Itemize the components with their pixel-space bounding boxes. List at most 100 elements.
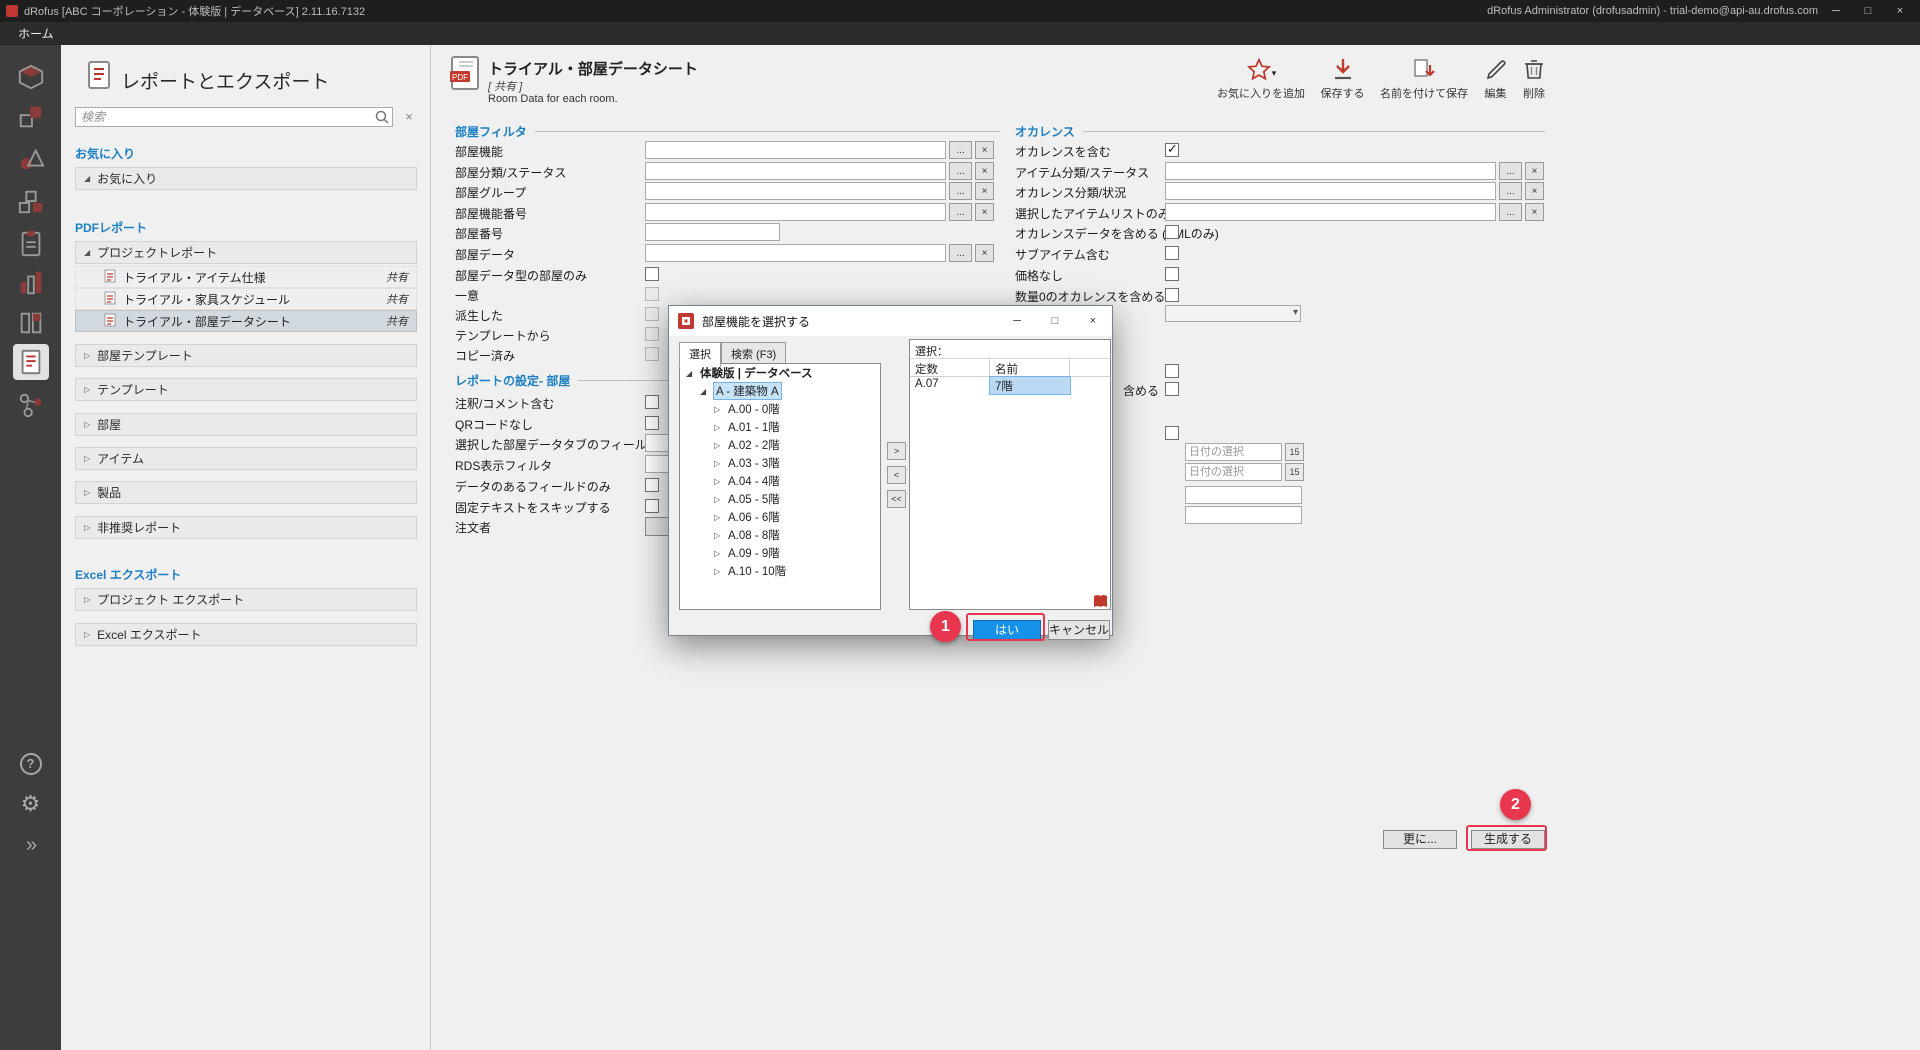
column-header[interactable]: 名前 [990,359,1070,376]
group-room-templates[interactable]: ▷ 部屋テンプレート [75,344,417,367]
expand-sidebar-button[interactable]: » [0,835,61,855]
clear-button[interactable]: × [1525,203,1544,221]
collapsed-icon[interactable]: ▷ [714,495,723,504]
expanded-icon[interactable]: ◢ [686,369,695,378]
tree-node-selected[interactable]: ◢ A - 建築物 A [680,382,880,400]
add-favorite-button[interactable]: ▾ お気に入りを追加 [1217,53,1305,101]
project-reports-group[interactable]: ◢ プロジェクトレポート [75,241,417,264]
report-item[interactable]: トライアル・家具スケジュール 共有 [75,288,417,310]
collapsed-icon[interactable]: ▷ [714,405,723,414]
module-logistics-icon[interactable] [13,265,49,301]
report-item-selected[interactable]: トライアル・部屋データシート 共有 [75,310,417,332]
module-reports-icon[interactable] [13,344,49,380]
more-button[interactable]: 更に... [1383,830,1457,849]
module-products-icon[interactable] [13,141,49,177]
selected-list[interactable]: 選択： 定数 名前 A.07 7階 [909,339,1111,610]
settings-button[interactable]: ⚙ [0,793,61,815]
collapsed-icon[interactable]: ▷ [714,513,723,522]
item-list-only-input[interactable] [1165,203,1496,221]
tree-node[interactable]: ▷A.05 - 5階 [680,490,880,508]
collapsed-icon[interactable]: ▷ [714,423,723,432]
collapsed-icon[interactable]: ▷ [714,441,723,450]
extra-input-1[interactable] [1185,486,1302,504]
tree-node[interactable]: ▷A.10 - 10階 [680,562,880,580]
group-project-export[interactable]: ▷ プロジェクト エクスポート [75,588,417,611]
collapsed-icon[interactable]: ▷ [714,567,723,576]
room-function-tree[interactable]: ◢ 体験版 | データベース ◢ A - 建築物 A ▷A.00 - 0階 ▷A… [679,363,881,610]
browse-button[interactable]: ... [1499,162,1522,180]
calendar-icon[interactable]: 15 [1285,463,1304,481]
date-from-input[interactable] [1185,443,1282,461]
save-as-button[interactable]: 名前を付けて保存 [1380,53,1468,101]
tree-node[interactable]: ▷A.03 - 3階 [680,454,880,472]
clear-button[interactable]: × [1525,182,1544,200]
include-subitems-checkbox[interactable] [1165,246,1179,260]
module-items-icon[interactable] [13,99,49,135]
group-excel-export[interactable]: ▷ Excel エクスポート [75,623,417,646]
include-occurrence-data-checkbox[interactable] [1165,225,1179,239]
collapsed-icon[interactable]: ▷ [714,549,723,558]
extra-input-2[interactable] [1185,506,1302,524]
module-documents-icon[interactable] [13,226,49,262]
tree-node[interactable]: ▷A.02 - 2階 [680,436,880,454]
tree-node[interactable]: ▷A.00 - 0階 [680,400,880,418]
tree-node[interactable]: ▷A.08 - 8階 [680,526,880,544]
move-right-button[interactable]: > [887,442,906,460]
item-classification-input[interactable] [1165,162,1496,180]
from-template-checkbox[interactable] [645,327,659,341]
calendar-icon[interactable]: 15 [1285,443,1304,461]
maximize-icon[interactable]: □ [1854,1,1882,21]
search-clear-icon[interactable]: × [401,109,417,125]
column-header[interactable]: 定数 [910,359,990,376]
module-systems-icon[interactable] [13,184,49,220]
help-button[interactable]: ? [0,753,61,775]
occurrence-dropdown[interactable]: ▾ [1165,305,1301,322]
clear-button[interactable]: × [1525,162,1544,180]
dialog-close-icon[interactable]: × [1074,307,1112,335]
collapsed-icon[interactable]: ▷ [714,531,723,540]
tree-node[interactable]: ▷A.06 - 6階 [680,508,880,526]
menu-home[interactable]: ホーム [18,25,54,42]
minimize-icon[interactable]: ─ [1822,1,1850,21]
edit-button[interactable]: 編集 [1484,53,1508,101]
favorites-group[interactable]: ◢ お気に入り [75,167,417,190]
no-price-checkbox[interactable] [1165,267,1179,281]
close-icon[interactable]: × [1886,1,1914,21]
include-occurrences-checkbox[interactable] [1165,143,1179,157]
selected-row[interactable]: A.07 7階 [910,377,1110,394]
hidden-section-checkbox-2[interactable] [1165,382,1179,396]
date-to-input[interactable] [1185,463,1282,481]
group-deprecated-reports[interactable]: ▷ 非推奨レポート [75,516,417,539]
dialog-maximize-icon[interactable]: □ [1036,307,1074,335]
group-templates[interactable]: ▷ テンプレート [75,378,417,401]
move-all-left-button[interactable]: << [887,490,906,508]
include-zero-qty-checkbox[interactable] [1165,288,1179,302]
module-templates-icon[interactable] [13,305,49,341]
move-left-button[interactable]: < [887,466,906,484]
collapsed-icon[interactable]: ▷ [714,477,723,486]
catalog-icon[interactable] [1093,594,1108,611]
module-network-icon[interactable] [13,387,49,423]
delete-button[interactable]: 削除 [1523,53,1545,101]
group-products[interactable]: ▷ 製品 [75,481,417,504]
occurrence-classification-input[interactable] [1165,182,1496,200]
group-items[interactable]: ▷ アイテム [75,447,417,470]
tab-select[interactable]: 選択 [679,342,721,367]
save-button[interactable]: 保存する [1321,53,1365,101]
cancel-button[interactable]: キャンセル [1048,620,1110,640]
hidden-section-checkbox-3[interactable] [1165,426,1179,440]
tree-node[interactable]: ▷A.09 - 9階 [680,544,880,562]
expanded-icon[interactable]: ◢ [700,387,709,396]
browse-button[interactable]: ... [1499,182,1522,200]
collapsed-icon[interactable]: ▷ [714,459,723,468]
dialog-minimize-icon[interactable]: ─ [998,307,1036,335]
browse-button[interactable]: ... [1499,203,1522,221]
module-rooms-icon[interactable] [13,59,49,95]
search-input[interactable] [75,107,393,127]
group-rooms[interactable]: ▷ 部屋 [75,413,417,436]
hidden-section-checkbox-1[interactable] [1165,364,1179,378]
report-item[interactable]: トライアル・アイテム仕様 共有 [75,266,417,288]
tree-node[interactable]: ▷A.04 - 4階 [680,472,880,490]
tree-node[interactable]: ▷A.01 - 1階 [680,418,880,436]
copied-checkbox[interactable] [645,347,659,361]
